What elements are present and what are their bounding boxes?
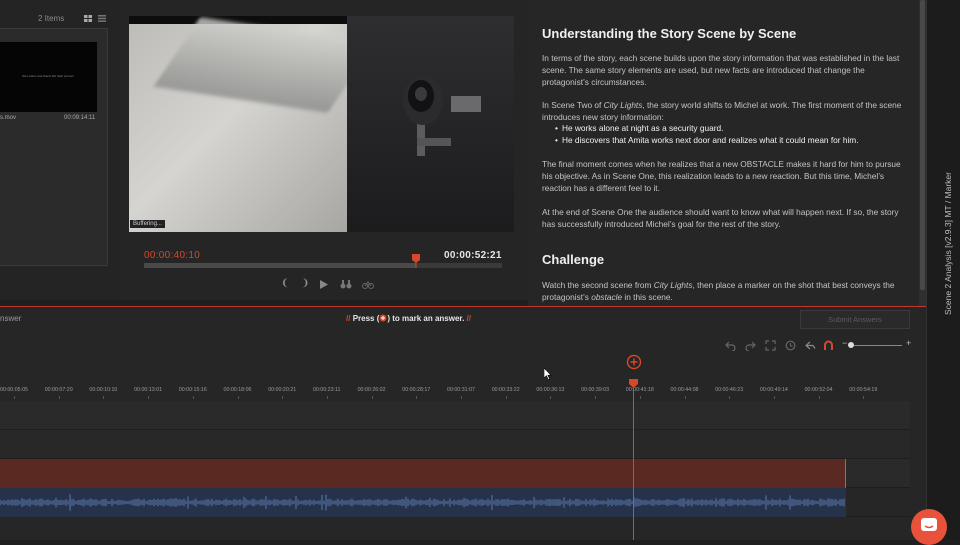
bullet-item: He discovers that Amita works next door … <box>555 135 859 145</box>
playhead[interactable] <box>633 380 634 540</box>
ruler-tick-mark <box>550 396 552 399</box>
undo-icon[interactable] <box>725 340 736 351</box>
ruler-tick-label: 00:00:13:01 <box>134 387 163 393</box>
ruler-tick-mark <box>595 396 597 399</box>
zoom-in-button[interactable]: + <box>906 338 911 348</box>
ruler-tick-label: 00:00:46:23 <box>715 387 744 393</box>
ruler-tick-mark <box>103 396 105 399</box>
zoom-slider-handle[interactable] <box>848 342 854 348</box>
snap-magnet-icon[interactable] <box>823 340 834 351</box>
clip-duration: 00:09:14:11 <box>64 115 96 121</box>
mark-out-button[interactable]: ❩ <box>301 278 309 289</box>
ruler-tick-mark <box>684 396 686 399</box>
reply-icon[interactable] <box>805 340 816 351</box>
ruler-tick-label: 00:00:33:22 <box>491 387 520 393</box>
challenge-text: Watch the second scene from City Lights,… <box>542 280 895 302</box>
audio-waveform <box>0 494 845 511</box>
ruler-tick-label: 00:00:18:06 <box>223 387 252 393</box>
clip-caption: We Linden and Starts We Stell premier <box>22 74 74 78</box>
lesson-paragraph-1: In terms of the story, each scene builds… <box>542 53 900 87</box>
submit-answers-button[interactable]: Submit Answers <box>800 310 910 329</box>
item-count: 2 Items <box>38 14 65 23</box>
answer-label: nswer <box>0 314 22 323</box>
lesson-paragraph-3: The final moment comes when he realizes … <box>542 159 901 193</box>
ruler-tick-mark <box>818 396 820 399</box>
ruler-tick-mark <box>461 396 462 399</box>
ruler-tick-label: 00:00:54:19 <box>849 387 878 393</box>
ruler-tick-mark <box>863 396 865 399</box>
list-view-icon[interactable] <box>98 15 106 22</box>
ruler-tick-label: 00:00:26:02 <box>357 387 386 393</box>
scrub-played <box>144 263 417 268</box>
ruler-tick-label: 00:00:10:10 <box>89 387 118 393</box>
playhead-marker-icon[interactable] <box>629 379 638 388</box>
play-icon[interactable] <box>319 280 328 289</box>
lesson-paragraph-4: At the end of Scene One the audience sho… <box>542 207 899 229</box>
ruler-tick-label: 00:00:31:07 <box>447 387 475 393</box>
lesson-scroll-thumb[interactable] <box>920 0 925 290</box>
video-viewer[interactable]: Buffering... <box>129 16 514 232</box>
history-icon[interactable] <box>785 340 796 351</box>
ruler-tick-mark <box>371 396 373 399</box>
timeline-track[interactable] <box>0 430 910 459</box>
scrub-bar[interactable] <box>144 263 502 268</box>
ruler-tick-mark <box>148 396 150 399</box>
fit-icon[interactable] <box>765 340 776 351</box>
ruler-tick-mark <box>639 396 641 399</box>
challenge-heading: Challenge <box>542 252 605 267</box>
ruler-tick-label: 00:00:36:13 <box>536 387 565 393</box>
ruler-tick-mark <box>282 396 284 399</box>
buffering-label: Buffering... <box>130 220 165 228</box>
total-timecode: 00:00:52:21 <box>444 250 502 261</box>
mouse-cursor-icon <box>544 368 552 380</box>
ruler-tick-label: 00:00:44:08 <box>670 387 699 393</box>
ruler-tick-mark <box>237 396 239 399</box>
bicycle-icon[interactable] <box>362 280 374 289</box>
ruler-tick-label: 00:00:05:05 <box>0 387 28 393</box>
chat-icon <box>921 518 937 531</box>
ruler-tick-mark <box>326 396 328 399</box>
ruler-tick-label: 00:00:39:03 <box>581 387 610 393</box>
redo-icon[interactable] <box>745 340 756 351</box>
ruler-tick-mark <box>192 396 194 399</box>
mark-instruction: // Press () to mark an answer. // <box>346 314 471 323</box>
ruler-tick-mark <box>58 396 60 399</box>
grid-view-icon[interactable] <box>84 15 92 22</box>
ruler-tick-label: 00:00:15:16 <box>178 387 207 393</box>
scrub-head-icon[interactable] <box>412 254 420 268</box>
video-clip[interactable] <box>0 459 846 488</box>
ruler-tick-mark <box>505 396 507 399</box>
bullet-item: He works alone at night as a security gu… <box>555 123 723 133</box>
ruler-tick-label: 00:00:07:20 <box>44 387 73 393</box>
mark-in-button[interactable]: ❨ <box>281 278 289 289</box>
add-marker-icon[interactable] <box>626 354 642 370</box>
current-timecode: 00:00:40:10 <box>144 250 201 261</box>
app-title: Scene 2 Analysis [v2.9.3] MT / Marker <box>943 172 953 315</box>
ruler-tick-label: 00:00:20:21 <box>268 387 297 393</box>
ruler-tick-label: 00:00:28:17 <box>402 387 431 393</box>
timeline-ruler[interactable]: 00:00:05:05 00:00:07:20 00:00:10:10 00:00:1… <box>0 380 910 400</box>
ruler-tick-label: 00:00:23:11 <box>312 387 341 393</box>
clip-name: s.mov <box>0 115 17 121</box>
ruler-tick-mark <box>416 396 418 399</box>
binoculars-icon[interactable] <box>340 280 352 289</box>
ruler-tick-mark <box>14 396 15 399</box>
ruler-tick-label: 00:00:52:04 <box>804 387 833 393</box>
ruler-tick-mark <box>729 396 731 399</box>
lesson-paragraph-2: In Scene Two of City Lights, the story w… <box>542 100 902 122</box>
zoom-out-button[interactable]: − <box>842 338 847 348</box>
zoom-slider[interactable] <box>850 345 902 346</box>
timeline-track[interactable] <box>0 401 910 430</box>
lesson-heading: Understanding the Story Scene by Scene <box>542 26 797 41</box>
security-camera-image <box>403 75 481 156</box>
ruler-tick-label: 00:00:49:14 <box>759 387 788 393</box>
ruler-tick-mark <box>773 396 775 399</box>
